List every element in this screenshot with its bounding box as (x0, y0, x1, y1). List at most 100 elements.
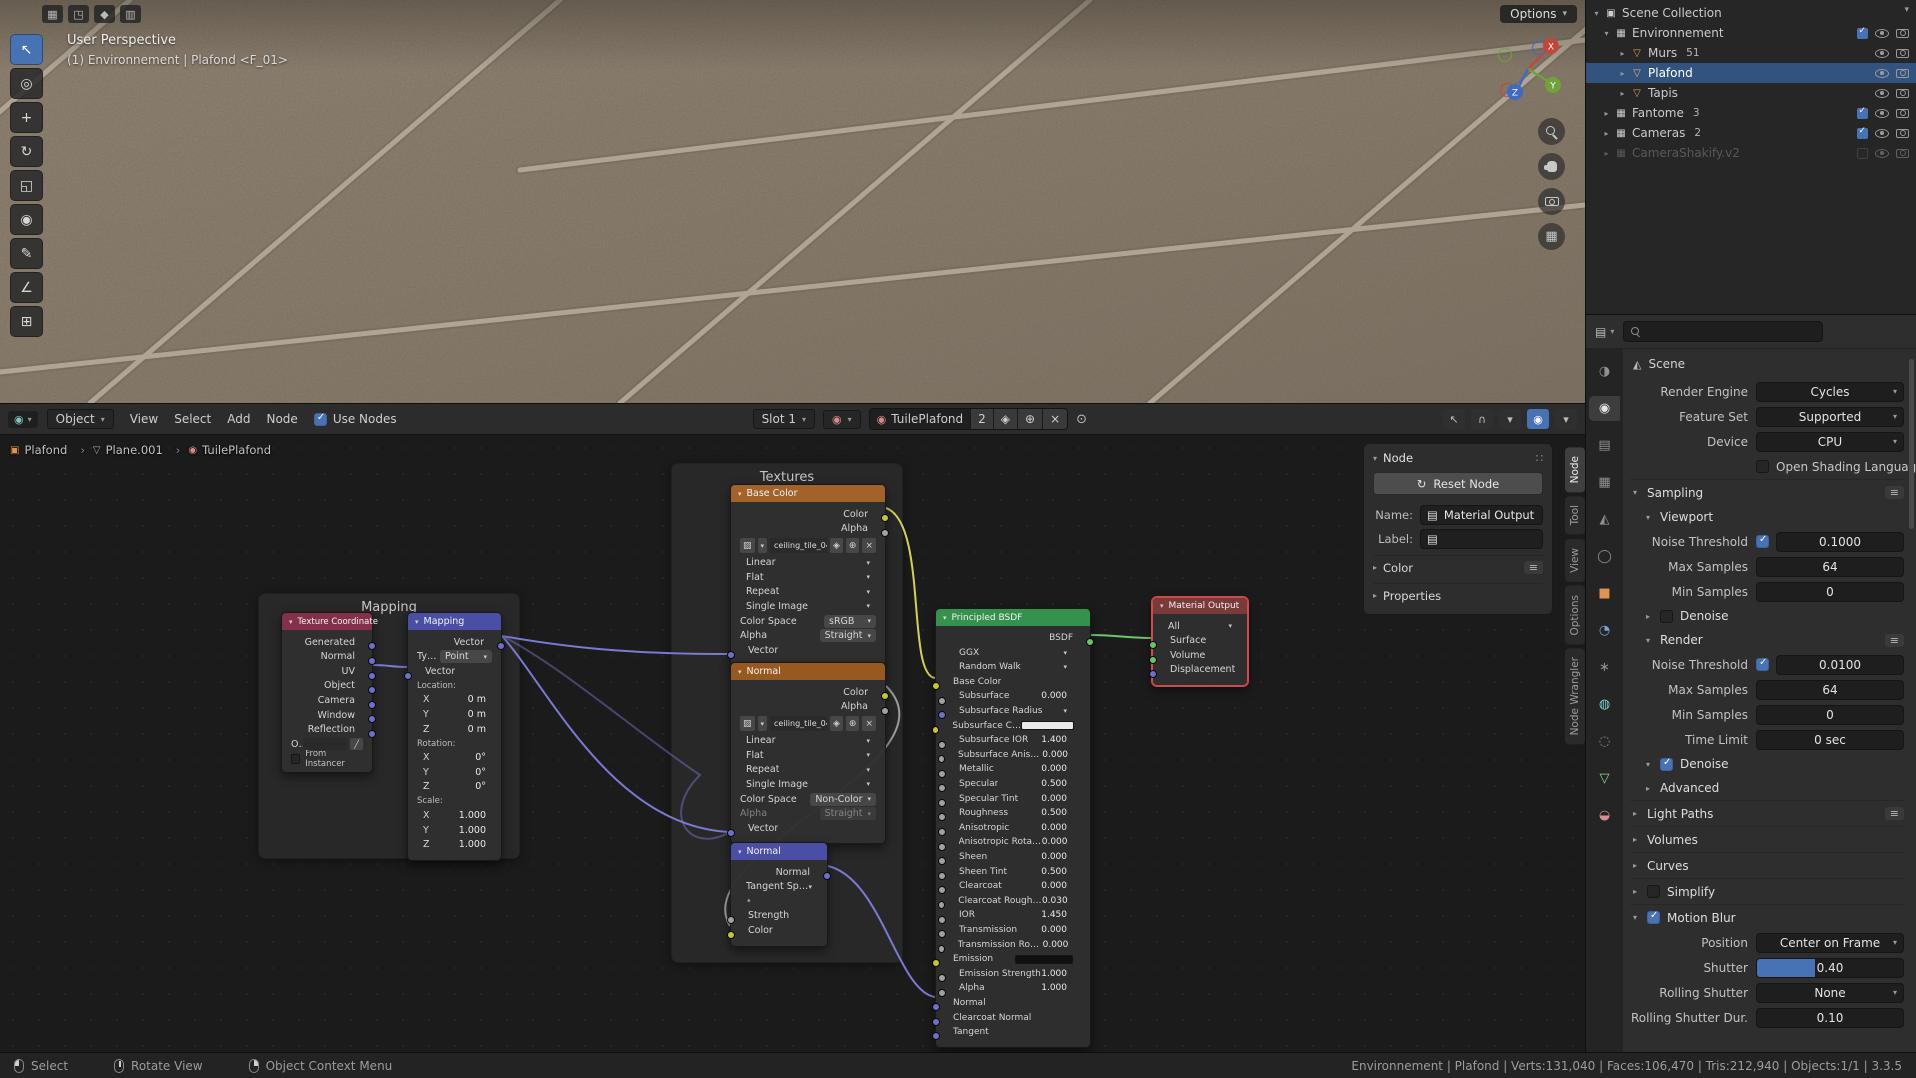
bsdf-property-row[interactable]: Transmission 0.000 (945, 923, 1081, 936)
disclosure-icon[interactable]: ▸ (1600, 109, 1613, 118)
position-select[interactable]: Center on Frame ▾ (1756, 933, 1904, 953)
node-socket-row[interactable]: Alpha (740, 700, 876, 713)
collapse-icon[interactable]: ▾ (738, 668, 742, 676)
outliner-collection-camerashakify[interactable]: ▸ ▦ CameraShakify.v2 (1586, 143, 1916, 163)
output-socket[interactable] (881, 707, 889, 715)
input-socket[interactable] (938, 989, 946, 997)
enum-select[interactable]: Flat ▾ (740, 749, 876, 762)
pin-icon[interactable]: ⊙ (1076, 412, 1087, 427)
menu-item[interactable]: Node (259, 409, 304, 429)
collapse-icon[interactable]: ▾ (415, 618, 419, 626)
section-curves[interactable]: ▸ Curves (1630, 852, 1904, 878)
tab-object-data[interactable]: ▽ (1589, 766, 1620, 791)
hide-viewport-icon[interactable] (1875, 29, 1889, 38)
menu-item[interactable]: Select (167, 409, 218, 429)
collapse-icon[interactable]: ▾ (738, 490, 742, 498)
node-socket-row[interactable]: Alpha (740, 522, 876, 535)
input-socket[interactable] (932, 1032, 940, 1040)
tab-physics[interactable]: ◍ (1589, 692, 1620, 717)
camera-view-icon[interactable] (1538, 188, 1565, 215)
bsdf-property-row[interactable]: Anisotropic 0.000 (945, 821, 1081, 834)
section-sampling[interactable]: ▾ Sampling ≡ (1630, 479, 1904, 505)
node-material-output[interactable]: ▾ Material Output All ▾ Surface (1152, 597, 1248, 686)
node-canvas[interactable]: Mapping Textures ▾ Texture Coordinate Ge… (0, 435, 1585, 1053)
vector-component-field[interactable]: X 0° (417, 751, 492, 764)
bsdf-property-row[interactable]: Subsurface 0.000 (945, 690, 1081, 703)
vector-input-row[interactable]: Vector (740, 822, 876, 835)
collapse-icon[interactable]: ▾ (943, 614, 947, 622)
input-socket[interactable] (938, 799, 946, 807)
fake-user-icon[interactable]: ◈ (830, 716, 843, 731)
input-socket[interactable] (932, 959, 940, 967)
noise-threshold-checkbox[interactable] (1756, 658, 1769, 671)
node-socket-row[interactable]: Color (740, 508, 876, 521)
outliner-collection-cameras[interactable]: ▸ ▦ Cameras 2 (1586, 123, 1916, 143)
overlay-toggle-icon[interactable]: ▥ (120, 5, 141, 23)
motion-blur-checkbox[interactable] (1647, 911, 1660, 924)
breadcrumb-item[interactable]: ▣ Plafond (10, 443, 93, 457)
noise-threshold-input[interactable]: 0.1000 (1776, 532, 1904, 552)
node-socket-row[interactable]: Object (291, 679, 363, 692)
disclosure-icon[interactable]: ▾ (1590, 9, 1603, 18)
bsdf-property-row[interactable]: Subsurface IOR 1.400 (945, 734, 1081, 747)
bsdf-property-row[interactable]: Subsurface Color (945, 719, 1081, 732)
slot-select[interactable]: Slot 1 ▾ (753, 409, 815, 429)
new-image-icon[interactable]: ⊕ (846, 538, 860, 553)
bsdf-property-row[interactable]: Specular Tint 0.000 (945, 792, 1081, 805)
vector-component-field[interactable]: X 1.000 (417, 809, 492, 822)
new-material-icon[interactable]: ⊕ (1017, 409, 1042, 429)
image-icon[interactable]: ▨ (740, 716, 755, 731)
node-socket-row[interactable]: Window (291, 709, 363, 722)
browse-material-button[interactable]: ◉ ▾ (823, 410, 861, 429)
material-name-input[interactable]: ◉ TuilePlafond (870, 409, 971, 429)
input-socket[interactable] (727, 651, 735, 659)
bsdf-property-row[interactable]: Tangent (945, 1026, 1081, 1039)
simplify-checkbox[interactable] (1647, 885, 1660, 898)
fake-user-icon[interactable]: ◈ (830, 538, 843, 553)
node-image-texture-base-color[interactable]: ▾ Base Color Color Alpha (730, 484, 886, 666)
alpha-mode-row[interactable]: Alpha Straight ▾ (740, 629, 876, 642)
input-socket[interactable] (932, 1003, 940, 1011)
outliner-object-plafond[interactable]: ▸ ▽ Plafond (1586, 63, 1916, 83)
mapping-type-select[interactable]: Point ▾ (440, 650, 492, 663)
object-picker-row[interactable]: Object: ╱ (291, 738, 363, 751)
hide-viewport-icon[interactable] (1875, 69, 1889, 78)
drag-grip-icon[interactable]: ∷ (1536, 451, 1543, 465)
tool-transform[interactable]: ◉ (10, 204, 43, 235)
input-socket[interactable] (938, 741, 946, 749)
node-mapping[interactable]: ▾ Mapping Vector Type: Point ▾ (407, 612, 502, 861)
hide-viewport-icon[interactable] (1875, 49, 1889, 58)
exclude-checkbox[interactable] (1857, 128, 1868, 139)
input-socket[interactable] (1149, 641, 1157, 649)
breadcrumb-item[interactable]: ◉ TuilePlafond (188, 443, 271, 457)
bsdf-property-row[interactable]: Normal (945, 996, 1081, 1009)
node-panel-header[interactable]: ▾ Node ∷ (1373, 451, 1543, 465)
tab-particles[interactable]: ∗ (1589, 655, 1620, 680)
input-socket[interactable] (938, 784, 946, 792)
collapse-icon[interactable]: ▾ (289, 618, 293, 626)
tab-object[interactable]: ■ (1589, 581, 1620, 606)
alpha-mode-row[interactable]: Alpha Straight ▾ (740, 807, 876, 820)
vector-component-field[interactable]: Z 0° (417, 780, 492, 793)
tool-add-cube[interactable]: ⊞ (10, 306, 43, 337)
osl-checkbox[interactable] (1756, 460, 1769, 473)
input-socket[interactable] (938, 872, 946, 880)
bsdf-property-row[interactable]: Metallic 0.000 (945, 763, 1081, 776)
disable-render-icon[interactable] (1896, 49, 1909, 58)
tab-material[interactable]: ◒ (1589, 803, 1620, 828)
input-socket[interactable] (938, 886, 946, 894)
bsdf-property-row[interactable]: Emission Strength 1.000 (945, 967, 1081, 980)
vector-component-field[interactable]: Z 1.000 (417, 838, 492, 851)
tool-rotate[interactable]: ↻ (10, 136, 43, 167)
section-render[interactable]: ▾ Render ≡ (1630, 628, 1904, 652)
node-image-texture-normal[interactable]: ▾ Normal Color Alpha ▨ (730, 662, 886, 844)
unlink-image-icon[interactable]: × (862, 538, 876, 553)
output-input-row[interactable]: Displacement (1162, 663, 1238, 676)
input-socket[interactable] (938, 901, 945, 909)
input-socket[interactable] (938, 930, 946, 938)
output-socket[interactable] (1086, 638, 1094, 646)
bsdf-property-row[interactable]: Roughness 0.500 (945, 807, 1081, 820)
denoise-checkbox[interactable] (1660, 758, 1673, 771)
disclosure-icon[interactable]: ▸ (1600, 149, 1613, 158)
editor-type-button[interactable]: ▤ ▾ (1595, 325, 1614, 339)
